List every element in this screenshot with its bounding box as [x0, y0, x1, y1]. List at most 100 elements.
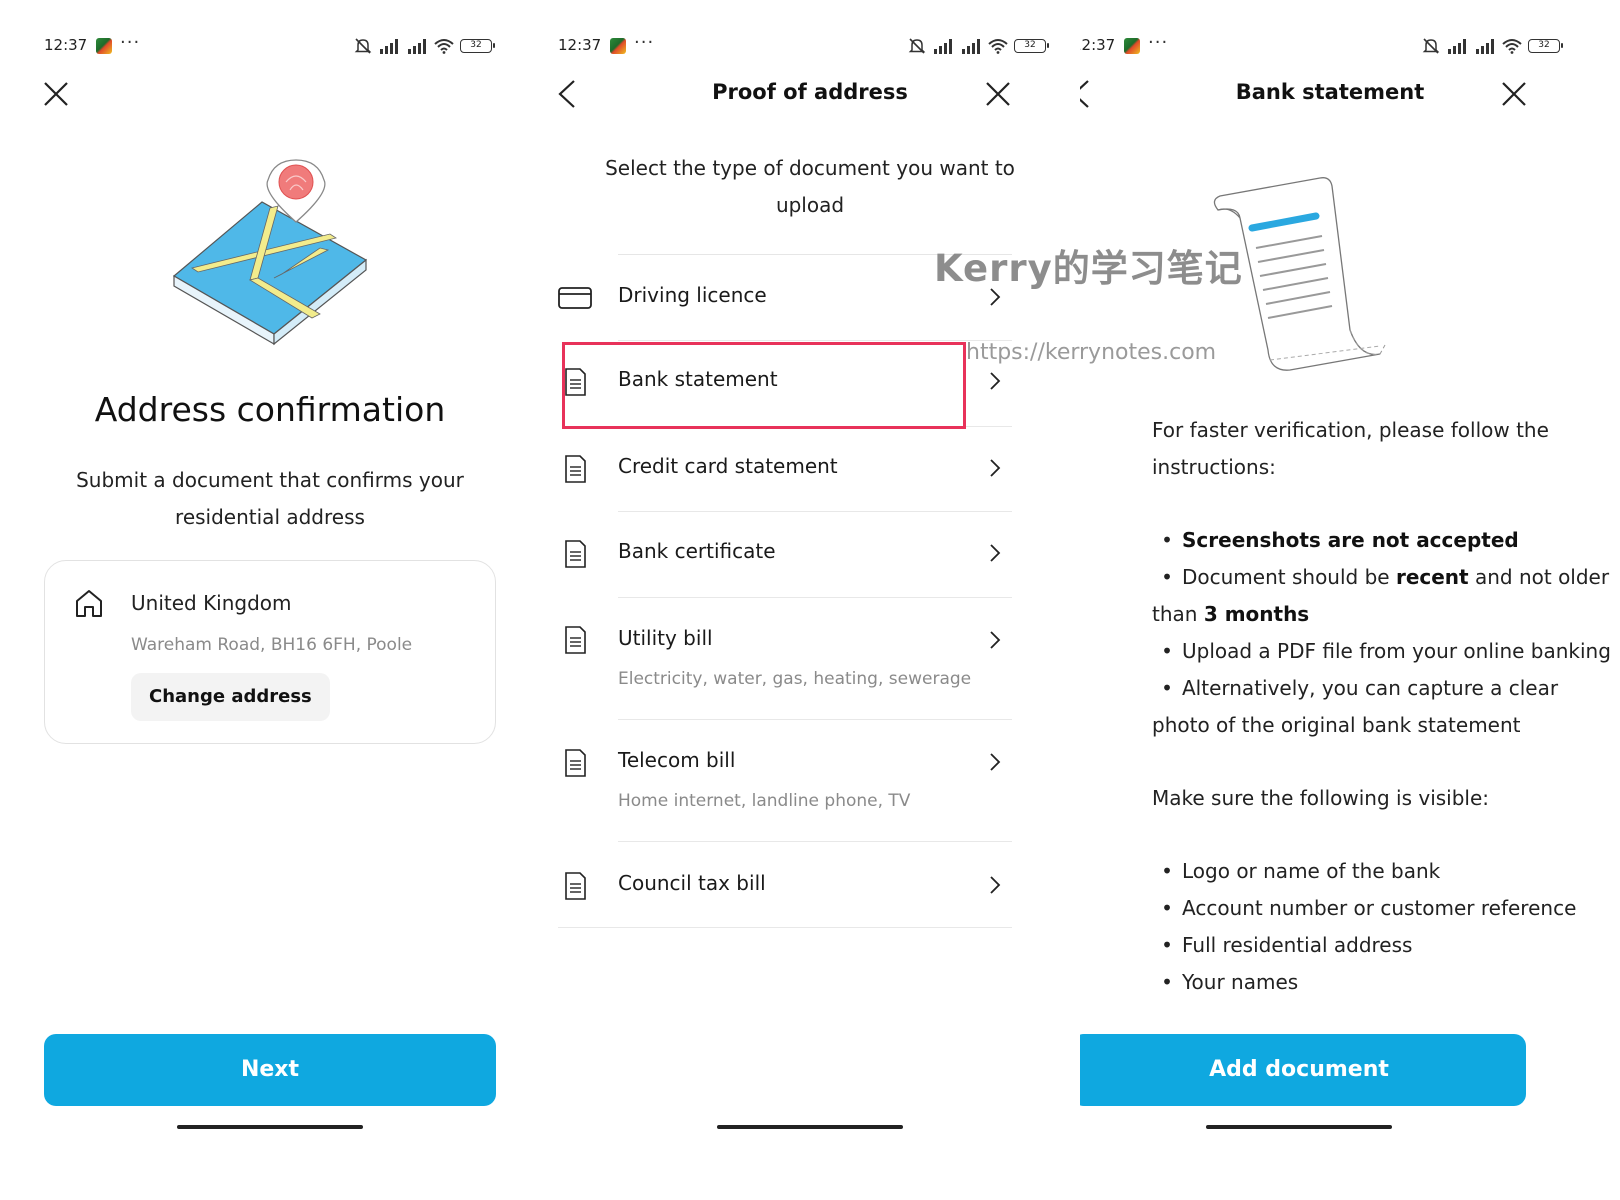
instruction-text: Alternatively, you can capture a clear p…: [1152, 676, 1559, 737]
signal-icon: [962, 39, 980, 54]
card-icon: [558, 287, 592, 309]
instruction-text: Document should be: [1182, 565, 1390, 589]
address-line: Wareham Road, BH16 6FH, Poole: [131, 635, 413, 655]
mute-bell-icon: [1422, 38, 1440, 54]
mute-bell-icon: [354, 38, 372, 54]
document-icon: [565, 540, 586, 568]
instruction-item: • Upload a PDF file from your online bank…: [1161, 639, 1611, 663]
instruction-text: Screenshots are not accepted: [1182, 528, 1519, 552]
visible-heading: Make sure the following is visible:: [1152, 786, 1490, 810]
signal-icon: [934, 39, 952, 54]
status-time: 12:37: [44, 36, 88, 54]
chevron-right-icon: [990, 372, 1001, 390]
list-item-label: Utility bill: [618, 626, 713, 650]
list-item-driving-licence[interactable]: Driving licence: [558, 254, 1012, 340]
wifi-icon: [988, 39, 1008, 54]
instruction-emphasis: recent: [1395, 565, 1469, 589]
list-item-bank-certificate[interactable]: Bank certificate: [565, 511, 1012, 597]
status-time: 12:37: [1080, 36, 1116, 54]
home-indicator[interactable]: [717, 1125, 903, 1129]
instruction-text: Upload a PDF file from your online banki…: [1182, 639, 1611, 663]
more-notifications-icon: ···: [1148, 32, 1169, 53]
visible-item-text: Account number or customer reference: [1182, 896, 1577, 920]
visible-item: • Full residential address: [1161, 933, 1413, 957]
home-indicator[interactable]: [177, 1125, 363, 1129]
app-notification-icon: [610, 38, 626, 54]
more-notifications-icon: ···: [634, 32, 655, 53]
close-icon[interactable]: [984, 80, 1012, 108]
list-item-credit-card-statement[interactable]: Credit card statement: [565, 426, 1012, 511]
app-notification-icon: [96, 38, 112, 54]
chevron-right-icon: [990, 753, 1001, 771]
document-icon: [565, 626, 586, 654]
instruction-item: • Alternatively, you can capture a clear …: [1152, 676, 1559, 737]
status-icons: 32: [908, 36, 1049, 56]
chevron-right-icon: [990, 459, 1001, 477]
proof-of-address-screen: 12:37 ··· 32 Proof of address Select the…: [540, 0, 1080, 1200]
visible-item: • Account number or customer reference: [1161, 896, 1577, 920]
page-title: Address confirmation: [94, 390, 446, 429]
wifi-icon: [434, 39, 454, 54]
instruction-item: • Document should be recent and not older…: [1152, 565, 1610, 626]
list-item-label: Driving licence: [618, 283, 767, 307]
signal-icon: [1448, 39, 1466, 54]
battery-icon: 32: [1014, 39, 1049, 53]
map-pin-illustration: [172, 159, 368, 346]
list-item-label: Bank certificate: [618, 539, 776, 563]
list-item-label: Credit card statement: [618, 454, 838, 478]
status-icons: 32: [1422, 36, 1563, 56]
chevron-right-icon: [990, 288, 1001, 306]
close-icon[interactable]: [1500, 80, 1528, 108]
document-icon: [565, 749, 586, 777]
page-intro-line: Select the type of document you want to: [605, 156, 1015, 180]
list-divider: [558, 927, 1012, 928]
list-item-label: Council tax bill: [618, 871, 766, 895]
bank-statement-screen: 12:37 ··· 32 Bank statement For faster v…: [1080, 0, 1620, 1200]
signal-icon: [380, 39, 398, 54]
list-item-description: Home internet, landline phone, TV: [618, 791, 911, 811]
change-address-button[interactable]: Change address: [131, 673, 330, 721]
status-time: 12:37: [558, 36, 602, 54]
wifi-icon: [1502, 39, 1522, 54]
bank-statement-illustration: [1213, 177, 1386, 371]
close-icon[interactable]: [42, 80, 70, 108]
next-button[interactable]: Next: [44, 1034, 496, 1106]
document-icon: [565, 455, 586, 483]
battery-icon: 32: [460, 39, 495, 53]
instructions-section: For faster verification, please follow t…: [1152, 412, 1612, 1001]
battery-icon: 32: [1528, 39, 1563, 53]
list-item-utility-bill[interactable]: Utility bill Electricity, water, gas, he…: [565, 597, 1012, 719]
instructions-intro: For faster verification, please follow t…: [1152, 418, 1549, 479]
list-item-telecom-bill[interactable]: Telecom bill Home internet, landline pho…: [565, 719, 1012, 841]
visible-item-text: Full residential address: [1182, 933, 1413, 957]
signal-icon: [1476, 39, 1494, 54]
chevron-right-icon: [990, 876, 1001, 894]
app-notification-icon: [1124, 38, 1140, 54]
chevron-right-icon: [990, 631, 1001, 649]
address-card: United Kingdom Wareham Road, BH16 6FH, P…: [44, 560, 496, 744]
page-intro-line: upload: [775, 193, 845, 217]
document-icon: [565, 872, 586, 900]
page-intro: Select the type of document you want to …: [570, 150, 1050, 224]
add-document-button[interactable]: Add document: [1080, 1034, 1526, 1106]
visible-item: • Logo or name of the bank: [1161, 859, 1441, 883]
list-item-council-tax-bill[interactable]: Council tax bill: [565, 841, 1012, 927]
home-indicator[interactable]: [1206, 1125, 1392, 1129]
address-confirmation-screen: 12:37 ··· 32 Address confirmation Submit…: [0, 0, 540, 1200]
more-notifications-icon: ···: [120, 32, 141, 53]
status-bar: 12:37 ··· 32: [558, 32, 1049, 58]
instruction-item: • Screenshots are not accepted: [1161, 528, 1519, 552]
visible-item-text: Logo or name of the bank: [1182, 859, 1441, 883]
home-icon: [76, 590, 102, 617]
mute-bell-icon: [908, 38, 926, 54]
address-country: United Kingdom: [131, 591, 292, 615]
signal-icon: [408, 39, 426, 54]
chevron-right-icon: [990, 544, 1001, 562]
list-item-label: Telecom bill: [618, 748, 736, 772]
visible-item: • Your names: [1161, 970, 1299, 994]
status-icons: 32: [354, 36, 495, 56]
instruction-emphasis: 3 months: [1203, 602, 1310, 626]
visible-item-text: Your names: [1182, 970, 1299, 994]
status-bar: 12:37 ··· 32: [1080, 32, 1563, 58]
status-bar: 12:37 ··· 32: [44, 32, 495, 58]
